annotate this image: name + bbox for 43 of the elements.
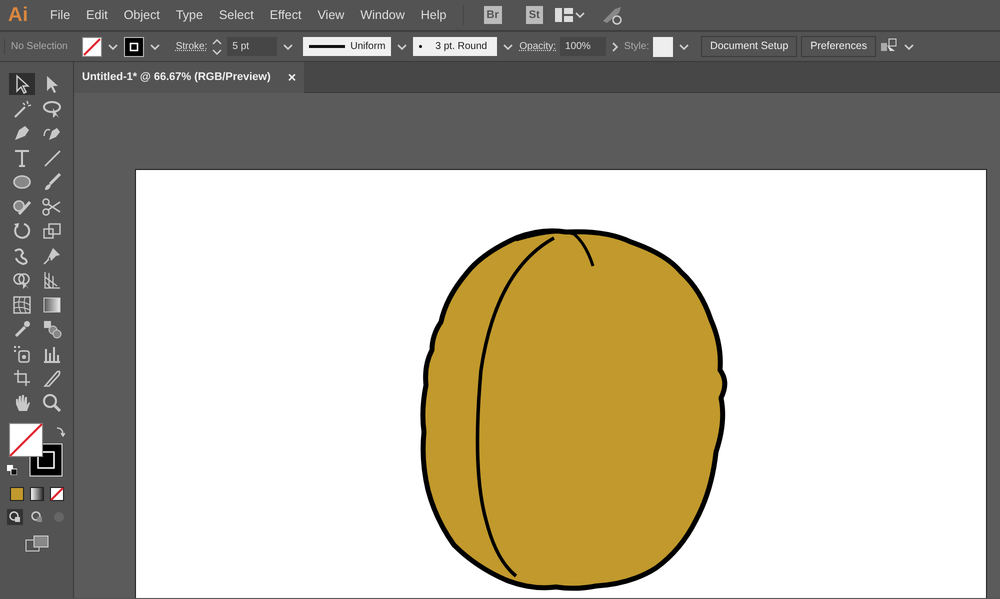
close-button[interactable]: × [288, 67, 296, 88]
opacity-field[interactable]: 100% [560, 37, 606, 56]
rocket-icon[interactable] [600, 5, 623, 25]
fill-swatch[interactable] [82, 36, 102, 56]
stroke-profile-dropdown[interactable]: Uniform [303, 37, 392, 56]
draw-behind-icon[interactable] [28, 509, 44, 525]
none-swatch[interactable] [50, 487, 64, 501]
brush-dropdown[interactable]: 3 pt. Round [413, 37, 498, 56]
menu-item[interactable]: Effect [262, 6, 310, 24]
scissors-icon[interactable] [40, 196, 62, 218]
menu-item[interactable]: Type [168, 6, 211, 24]
selection-status: No Selection [4, 39, 78, 54]
stroke-weight-field[interactable]: 5 pt [227, 37, 278, 56]
toolbar-button[interactable]: Preferences [801, 36, 876, 58]
stroke-swatch[interactable] [124, 36, 144, 56]
document-tab[interactable]: Untitled-1* @ 66.67% (RGB/Preview) × [74, 62, 304, 93]
opacity-label: Opacity: [519, 40, 556, 54]
menu-item[interactable]: Object [116, 6, 168, 24]
menu-item[interactable]: Edit [78, 6, 116, 24]
menu-item[interactable]: Window [352, 6, 413, 24]
swap-arrow-icon[interactable] [54, 425, 64, 437]
style-swatch[interactable] [653, 36, 674, 56]
layout-icon[interactable] [554, 8, 573, 22]
gradient-swatch[interactable] [30, 487, 44, 501]
app-switcher-button[interactable]: St [526, 6, 543, 24]
menu-item[interactable]: View [309, 6, 352, 24]
mesh-icon[interactable] [10, 294, 32, 316]
style-label: Style: [624, 40, 650, 54]
app-logo: Ai [7, 3, 29, 28]
document-title: Untitled-1* @ 66.67% (RGB/Preview) [82, 70, 271, 86]
menu-item[interactable]: Select [210, 6, 262, 24]
screen-mode-icon[interactable] [24, 535, 48, 553]
stepper-icon[interactable] [211, 36, 224, 56]
menu-item[interactable]: File [42, 6, 78, 24]
toolbar-button[interactable]: Document Setup [701, 36, 798, 58]
color-swatch[interactable] [10, 487, 24, 501]
draw-normal-icon[interactable] [6, 509, 22, 525]
stroke-label: Stroke: [176, 40, 208, 54]
app-switcher-button[interactable]: Br [484, 6, 502, 24]
menu-item[interactable]: Help [412, 6, 454, 24]
fill-swatch[interactable] [8, 423, 42, 457]
default-colors-icon[interactable] [6, 465, 16, 475]
zoom-icon[interactable] [40, 392, 62, 414]
